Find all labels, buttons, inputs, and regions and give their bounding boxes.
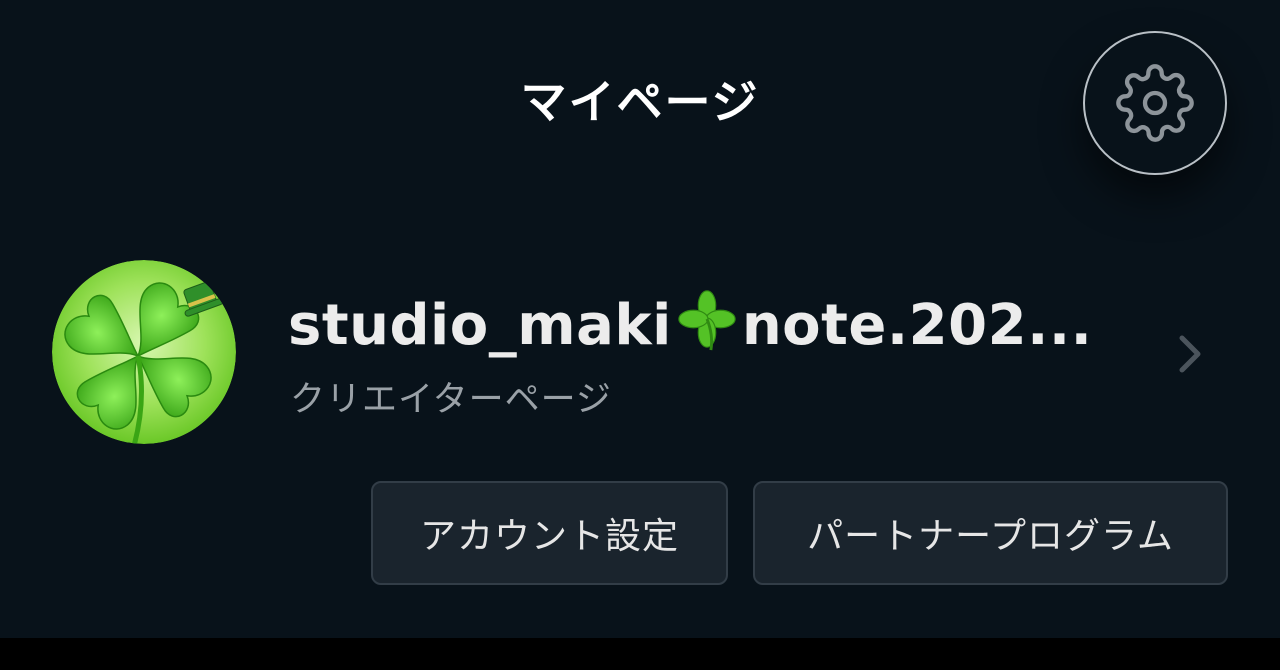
settings-button[interactable]: [1083, 31, 1227, 175]
account-settings-button[interactable]: アカウント設定: [371, 481, 728, 585]
username: studio_maki note.202...: [288, 286, 1092, 370]
chevron-right-icon[interactable]: [1172, 332, 1206, 376]
avatar[interactable]: [52, 260, 236, 444]
creator-page-link: クリエイターページ: [290, 380, 612, 420]
profile-row[interactable]: studio_maki note.202... クリエイターページ: [0, 258, 1280, 448]
bottom-divider: [0, 638, 1280, 670]
username-suffix: note.202...: [741, 293, 1093, 358]
partner-program-button[interactable]: パートナープログラム: [753, 481, 1228, 585]
gear-icon: [1115, 63, 1195, 143]
four-leaf-clover-icon: [674, 286, 740, 370]
my-page-screen: マイページ studio_maki note.202... クリエイターページ …: [0, 0, 1280, 638]
username-text: studio_maki: [288, 293, 672, 358]
